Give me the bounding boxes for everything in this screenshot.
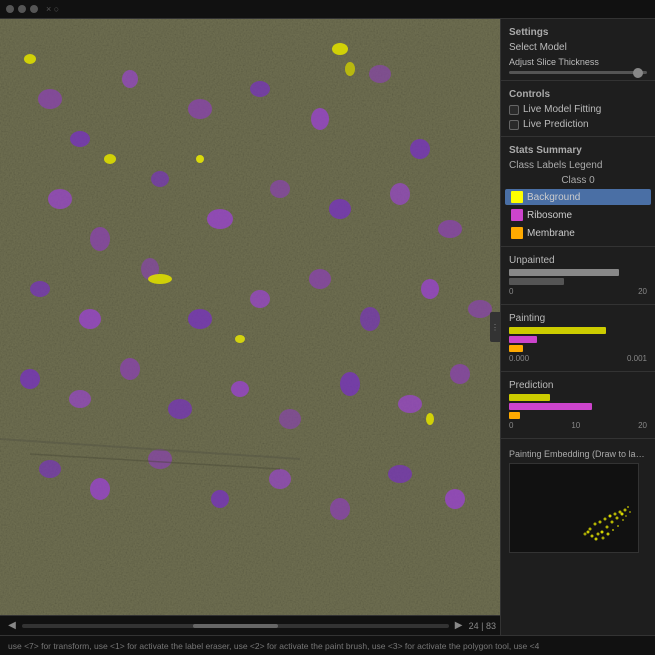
prediction-axis-end: 20 <box>638 421 647 430</box>
slice-slider-row[interactable] <box>501 69 655 76</box>
divider-6 <box>501 438 655 439</box>
divider-2 <box>501 136 655 137</box>
window-controls[interactable]: × ○ <box>0 0 65 18</box>
sidebar: Settings Select Model Adjust Slice Thick… <box>500 19 655 635</box>
painting-axis: 0.000 0.001 <box>509 354 647 363</box>
painting-title: Painting <box>509 313 647 324</box>
painting-section: Painting 0.000 0.001 <box>501 309 655 367</box>
unpainted-bar-segment-1 <box>509 269 619 276</box>
divider-4 <box>501 304 655 305</box>
live-prediction-row[interactable]: Live Prediction <box>501 117 655 132</box>
divider-3 <box>501 246 655 247</box>
slider-thumb <box>633 68 643 78</box>
nav-position: 24 | 83 <box>469 621 496 631</box>
canvas-toolbar[interactable]: ◀ ▶ 24 | 83 <box>0 615 500 635</box>
live-model-label: Live Model Fitting <box>523 104 601 115</box>
canvas-area[interactable]: ◀ ▶ 24 | 83 ⋮ <box>0 19 500 635</box>
microscopy-image <box>0 19 500 635</box>
embedding-section: Painting Embedding (Draw to label in emb… <box>501 445 655 557</box>
painting-orange-bar <box>509 345 523 352</box>
live-model-checkbox[interactable] <box>509 105 519 115</box>
prediction-yellow-bar <box>509 394 550 401</box>
title-bar: × ○ <box>0 0 655 19</box>
scroll-track[interactable] <box>22 624 449 628</box>
live-model-row[interactable]: Live Model Fitting <box>501 102 655 117</box>
background-color-swatch <box>511 191 523 203</box>
unpainted-section: Unpainted 0 20 <box>501 251 655 300</box>
painting-axis-end: 0.001 <box>627 354 647 363</box>
unpainted-axis-start: 0 <box>509 287 513 296</box>
slice-label: Adjust Slice Thickness <box>509 57 599 67</box>
prediction-axis-start: 0 <box>509 421 513 430</box>
painting-bar-1 <box>509 326 647 334</box>
class-labels-legend-header: Class Labels Legend <box>501 158 655 173</box>
legend-item-membrane[interactable]: Membrane <box>505 225 651 241</box>
class-0-label: Class 0 <box>501 173 655 188</box>
slice-thickness-row: Adjust Slice Thickness <box>501 55 655 69</box>
controls-header: Controls <box>501 85 655 102</box>
prediction-title: Prediction <box>509 380 647 391</box>
painting-chart <box>509 326 647 352</box>
divider-5 <box>501 371 655 372</box>
prediction-axis: 0 10 20 <box>509 421 647 430</box>
prediction-axis-mid: 10 <box>571 421 580 430</box>
prediction-chart <box>509 393 647 419</box>
scroll-right-btn[interactable]: ▶ <box>451 618 467 634</box>
status-bar: use <7> for transform, use <1> for activ… <box>0 635 655 655</box>
close-button[interactable] <box>6 5 14 13</box>
ribosome-color-swatch <box>511 209 523 221</box>
prediction-orange-bar <box>509 412 520 419</box>
slice-slider[interactable] <box>509 71 647 74</box>
unpainted-bar-2 <box>509 277 647 285</box>
unpainted-axis: 0 20 <box>509 287 647 296</box>
legend-item-ribosome[interactable]: Ribosome <box>505 207 651 223</box>
background-label: Background <box>527 192 580 203</box>
unpainted-bar-1 <box>509 268 647 276</box>
main-area: ◀ ▶ 24 | 83 ⋮ Settings Select Model Adju… <box>0 19 655 635</box>
membrane-label: Membrane <box>527 228 575 239</box>
unpainted-chart <box>509 268 647 285</box>
ribosome-label: Ribosome <box>527 210 572 221</box>
scroll-thumb <box>193 624 278 628</box>
scroll-left-btn[interactable]: ◀ <box>4 618 20 634</box>
settings-header: Settings <box>501 23 655 40</box>
minimize-button[interactable] <box>18 5 26 13</box>
stats-header: Stats Summary <box>501 141 655 158</box>
status-text: use <7> for transform, use <1> for activ… <box>8 641 539 651</box>
live-prediction-label: Live Prediction <box>523 119 589 130</box>
painting-bar-3 <box>509 344 647 352</box>
select-model-row: Select Model <box>501 40 655 55</box>
painting-bar-2 <box>509 335 647 343</box>
unpainted-axis-end: 20 <box>638 287 647 296</box>
live-prediction-checkbox[interactable] <box>509 120 519 130</box>
membrane-color-swatch <box>511 227 523 239</box>
prediction-bar-3 <box>509 411 647 419</box>
unpainted-bar-segment-2 <box>509 278 564 285</box>
divider-1 <box>501 80 655 81</box>
select-model-label: Select Model <box>509 42 567 53</box>
painting-yellow-bar <box>509 327 606 334</box>
embedding-title: Painting Embedding (Draw to label in emb… <box>509 449 647 459</box>
prediction-purple-bar <box>509 403 592 410</box>
prediction-bar-2 <box>509 402 647 410</box>
maximize-button[interactable] <box>30 5 38 13</box>
prediction-bar-1 <box>509 393 647 401</box>
embedding-svg <box>510 464 639 553</box>
unpainted-title: Unpainted <box>509 255 647 266</box>
painting-purple-bar <box>509 336 537 343</box>
window-title: × ○ <box>46 4 59 14</box>
painting-axis-start: 0.000 <box>509 354 529 363</box>
embedding-canvas[interactable] <box>509 463 639 553</box>
prediction-section: Prediction 0 10 20 <box>501 376 655 434</box>
sidebar-toggle-btn[interactable]: ⋮ <box>490 312 500 342</box>
legend-item-background[interactable]: Background <box>505 189 651 205</box>
